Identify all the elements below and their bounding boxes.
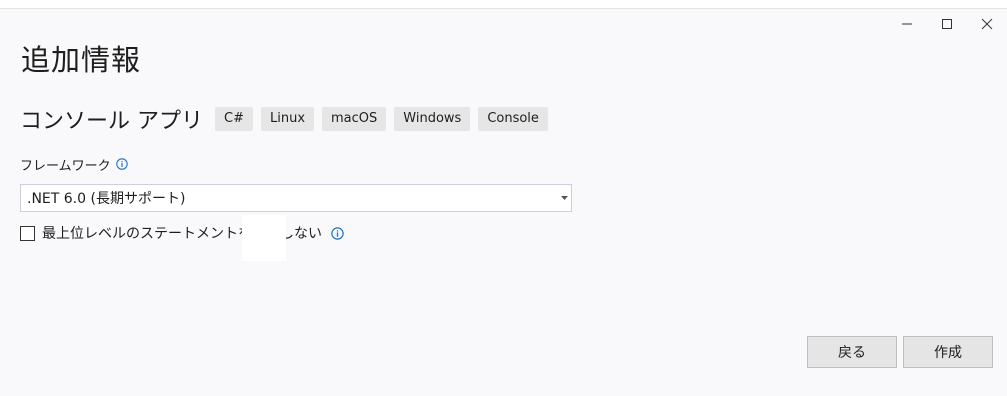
minimize-icon <box>902 23 912 25</box>
tag-windows: Windows <box>394 107 471 131</box>
info-icon[interactable] <box>115 158 128 170</box>
tag-csharp: C# <box>215 107 253 131</box>
top-level-statements-option: 最上位レベルのステートメントを使用しない <box>20 223 344 243</box>
tag-linux: Linux <box>260 107 315 131</box>
dialog-window: 追加情報 コンソール アプリ C# Linux macOS Windows Co… <box>0 8 1007 396</box>
framework-select[interactable]: .NET 6.0 (長期サポート) <box>20 184 572 212</box>
create-button[interactable]: 作成 <box>903 336 993 368</box>
window-controls <box>887 9 1007 39</box>
info-icon[interactable] <box>331 226 344 240</box>
chevron-down-icon[interactable] <box>557 185 571 211</box>
back-button[interactable]: 戻る <box>807 336 897 368</box>
minimize-button[interactable] <box>887 9 927 39</box>
template-header: コンソール アプリ C# Linux macOS Windows Console <box>20 106 556 134</box>
tag-console: Console <box>478 107 548 131</box>
maximize-button[interactable] <box>927 9 967 39</box>
page-title: 追加情報 <box>21 43 142 77</box>
tag-macos: macOS <box>322 107 387 131</box>
framework-label: フレームワーク <box>20 158 111 174</box>
close-icon <box>981 18 993 30</box>
render-artifact <box>242 215 286 261</box>
maximize-icon <box>942 19 952 29</box>
template-name: コンソール アプリ <box>20 109 203 134</box>
framework-label-row: フレームワーク <box>20 155 128 174</box>
framework-select-value: .NET 6.0 (長期サポート) <box>27 191 186 207</box>
top-level-statements-checkbox[interactable] <box>20 225 35 241</box>
close-button[interactable] <box>967 9 1007 39</box>
